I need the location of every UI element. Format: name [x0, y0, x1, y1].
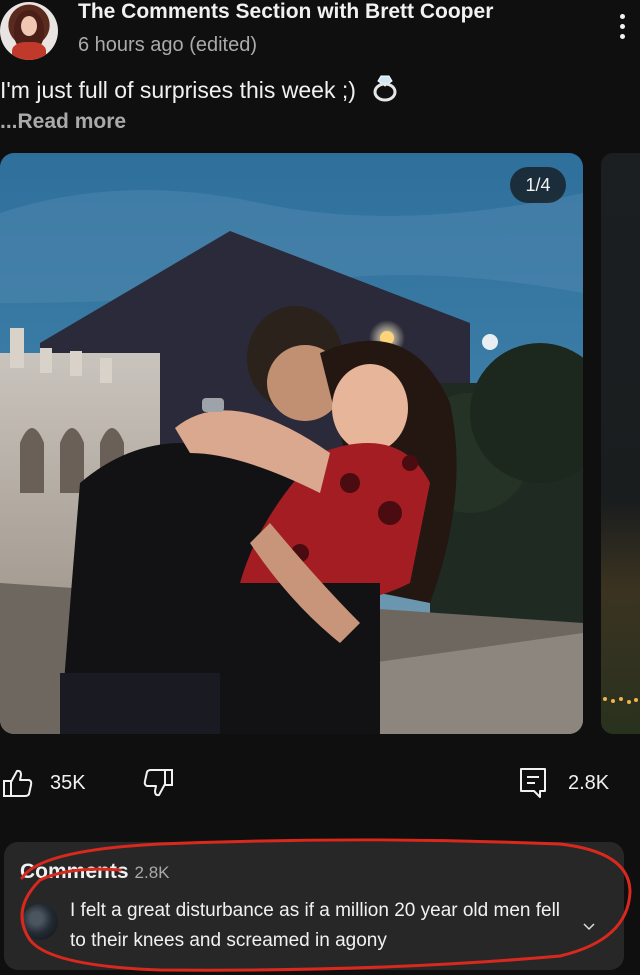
- thumbs-down-icon: [143, 769, 173, 797]
- more-vert-icon[interactable]: [618, 14, 626, 42]
- action-bar: 35K 2.8K: [0, 755, 640, 811]
- avatar-body: [12, 42, 46, 60]
- peek-lights: [603, 697, 638, 704]
- post-image[interactable]: [0, 153, 583, 734]
- commenter-avatar: [22, 904, 58, 940]
- post-text-content: I'm just full of surprises this week ;): [0, 77, 356, 103]
- next-image-peek[interactable]: [601, 153, 640, 734]
- post-timestamp: 6 hours ago (edited): [78, 34, 258, 56]
- post-text: I'm just full of surprises this week ;): [0, 74, 398, 108]
- post-photo-illustration: [0, 153, 583, 734]
- like-button[interactable]: 35K: [2, 765, 86, 801]
- chevron-icon[interactable]: [582, 922, 596, 932]
- comments-heading-label: Comments: [20, 860, 129, 883]
- like-count: 35K: [50, 771, 86, 794]
- read-more-link[interactable]: ...Read more: [0, 110, 126, 134]
- image-counter-badge: 1/4: [510, 167, 566, 203]
- dislike-button[interactable]: [142, 765, 174, 801]
- comments-button[interactable]: 2.8K: [518, 765, 609, 801]
- comment-count: 2.8K: [568, 771, 610, 794]
- comments-heading-count: 2.8K: [134, 863, 170, 882]
- channel-avatar[interactable]: [0, 2, 58, 60]
- top-comment-text: I felt a great disturbance as if a milli…: [70, 900, 561, 951]
- thumbs-up-icon: [3, 769, 33, 797]
- channel-name[interactable]: The Comments Section with Brett Cooper: [78, 0, 493, 24]
- post-header: The Comments Section with Brett Cooper 6…: [0, 0, 640, 70]
- comments-icon: [520, 768, 546, 798]
- ring-icon: [372, 74, 398, 108]
- avatar-face: [21, 16, 37, 36]
- comments-heading: Comments 2.8K: [20, 860, 170, 884]
- comments-panel[interactable]: Comments 2.8K I felt a great disturbance …: [4, 842, 624, 970]
